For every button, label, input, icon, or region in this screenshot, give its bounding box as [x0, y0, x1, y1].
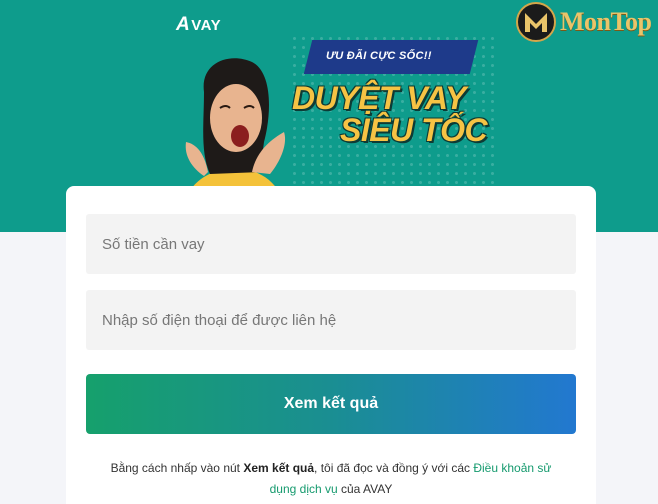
- phone-number-input[interactable]: [86, 290, 576, 350]
- view-results-button[interactable]: Xem kết quả: [86, 374, 576, 434]
- terms-notice: Bằng cách nhấp vào nút Xem kết quả, tôi …: [106, 458, 556, 500]
- terms-suffix: của AVAY: [337, 482, 393, 496]
- montop-watermark: MonTop: [516, 2, 652, 42]
- loan-amount-input[interactable]: [86, 214, 576, 274]
- montop-text: MonTop: [560, 7, 652, 36]
- logo-text: VAY: [191, 16, 222, 34]
- terms-button-ref: Xem kết quả: [243, 461, 315, 475]
- terms-middle: , tôi đã đọc và đồng ý với các: [314, 461, 474, 475]
- loan-form-card: Xem kết quả Bằng cách nhấp vào nút Xem k…: [66, 186, 596, 504]
- logo-mark: A: [176, 14, 191, 35]
- promo-title-line2: SIÊU TỐC: [340, 112, 488, 148]
- montop-emblem-icon: [516, 2, 556, 42]
- terms-prefix: Bằng cách nhấp vào nút: [110, 461, 244, 475]
- avay-logo[interactable]: A VAY: [176, 14, 221, 36]
- promo-tag: ƯU ĐÃI CỰC SỐC!!: [326, 50, 432, 62]
